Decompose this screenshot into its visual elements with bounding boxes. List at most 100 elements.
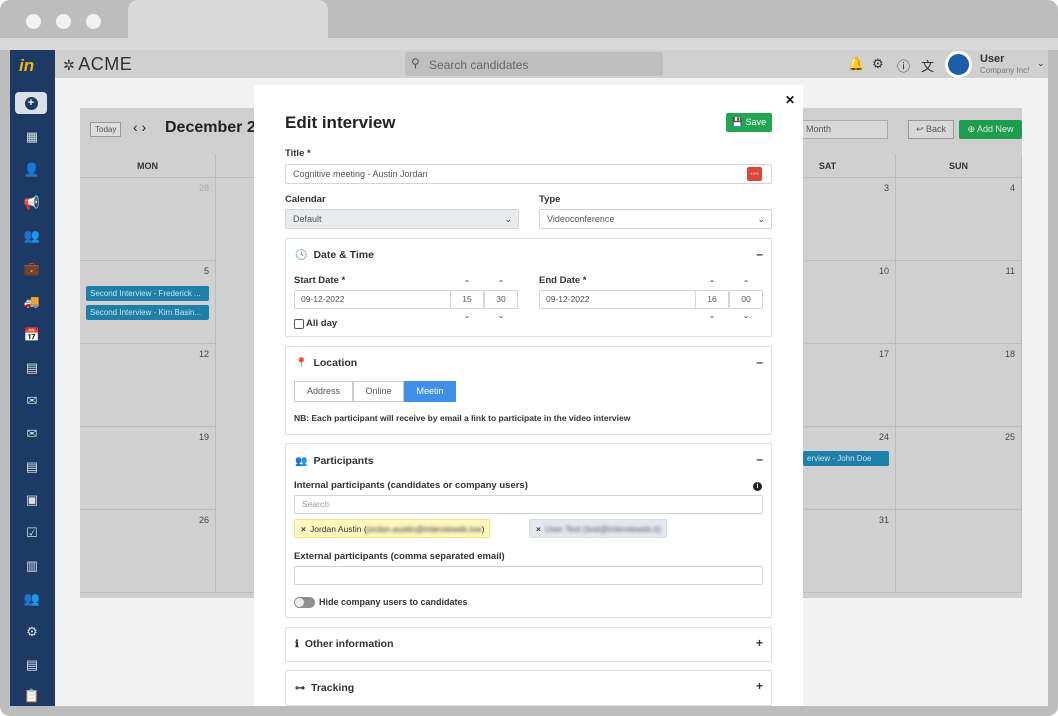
- users-icon[interactable]: 👥: [22, 226, 42, 246]
- browser-tab[interactable]: [128, 0, 328, 42]
- day-number: 18: [1004, 349, 1015, 359]
- location-option-address[interactable]: Address: [294, 381, 353, 402]
- file-icon[interactable]: ▤: [22, 655, 42, 675]
- end-hour-input[interactable]: 16: [695, 290, 729, 309]
- collapse-icon[interactable]: –: [756, 452, 763, 466]
- chevron-down-icon[interactable]: ⌄: [450, 311, 484, 320]
- start-minute-input[interactable]: 30: [484, 290, 518, 309]
- chevron-up-icon[interactable]: ⌃: [484, 279, 518, 288]
- search-user-icon[interactable]: 👤: [22, 160, 42, 180]
- chevron-down-icon[interactable]: ⌄: [484, 311, 518, 320]
- user-settings-icon[interactable]: ⚙: [22, 622, 42, 642]
- app-logo[interactable]: in: [19, 56, 34, 76]
- location-option-meetin[interactable]: Meetin: [404, 381, 456, 402]
- close-icon[interactable]: ✕: [785, 93, 795, 107]
- calendar-cell[interactable]: [896, 510, 1022, 593]
- calendar-cell[interactable]: 12: [80, 344, 216, 427]
- calendar-cell[interactable]: 28: [80, 178, 216, 261]
- mail-icon[interactable]: ✉: [22, 391, 42, 411]
- info-icon[interactable]: i: [753, 482, 762, 491]
- title-input[interactable]: Cognitive meeting - Austin Jordan ⋯: [285, 164, 772, 184]
- datetime-panel-title[interactable]: 🕓 Date & Time: [295, 249, 374, 261]
- calendar-cell[interactable]: 11: [896, 261, 1022, 344]
- day-number: 17: [878, 349, 889, 359]
- today-button[interactable]: Today: [90, 122, 122, 137]
- external-participants-input[interactable]: [294, 566, 763, 585]
- add-button[interactable]: +: [15, 92, 47, 114]
- calendar-cell[interactable]: 5: [80, 261, 216, 344]
- bar-chart-icon[interactable]: ▥: [22, 556, 42, 576]
- window-minimize-dot[interactable]: [56, 14, 71, 29]
- remove-icon[interactable]: ×: [536, 524, 541, 534]
- view-select[interactable]: Month: [800, 120, 888, 139]
- day-number: 4: [1009, 183, 1015, 193]
- document-icon[interactable]: ▤: [22, 457, 42, 477]
- chevron-down-icon[interactable]: ⌄: [1037, 58, 1045, 69]
- participant-tag[interactable]: × Jordan Austin (jordan.austin@interviewe…: [294, 519, 491, 538]
- expand-icon[interactable]: +: [756, 636, 763, 650]
- brand[interactable]: ✲ ACME: [63, 54, 132, 75]
- file-check-icon[interactable]: ☑: [22, 523, 42, 543]
- remove-icon[interactable]: ×: [301, 524, 306, 534]
- calendar-cell[interactable]: 19: [80, 427, 216, 510]
- clipboard-icon[interactable]: 📋: [22, 686, 42, 706]
- collapse-icon[interactable]: –: [756, 247, 763, 261]
- tracking-title[interactable]: ⊶ Tracking: [295, 682, 354, 694]
- more-options-icon[interactable]: ⋯: [747, 167, 762, 181]
- window-close-dot[interactable]: [26, 14, 41, 29]
- gear-icon[interactable]: ⚙: [872, 56, 884, 72]
- hide-users-toggle[interactable]: [294, 597, 315, 608]
- avatar[interactable]: [945, 51, 972, 78]
- back-button[interactable]: ↩ Back: [908, 120, 954, 139]
- day-number: 19: [198, 432, 209, 442]
- briefcase-icon[interactable]: 💼: [22, 259, 42, 279]
- calendar-event[interactable]: erview - John Doe: [803, 451, 889, 466]
- edit-interview-modal: ✕ Edit interview 💾 Save Title * Cognitiv…: [254, 85, 803, 706]
- chevron-up-icon[interactable]: ⌃: [450, 279, 484, 288]
- candidate-search[interactable]: ⚲ Search candidates: [405, 52, 663, 76]
- end-minute-input[interactable]: 00: [729, 290, 763, 309]
- megaphone-icon[interactable]: 📢: [22, 193, 42, 213]
- calendar-event[interactable]: Second Interview - Kim Basin...: [86, 305, 209, 320]
- start-date-input[interactable]: 09-12-2022: [294, 290, 451, 309]
- participant-search-input[interactable]: Search: [294, 495, 763, 514]
- end-date-label: End Date *: [539, 275, 587, 286]
- user-group-icon[interactable]: 👥: [22, 589, 42, 609]
- calendar-cell[interactable]: 4: [896, 178, 1022, 261]
- calendar-event[interactable]: Second Interview - Frederick ...: [86, 286, 209, 301]
- contact-card-icon[interactable]: ▤: [22, 358, 42, 378]
- calendar-cell[interactable]: 25: [896, 427, 1022, 510]
- chevron-up-icon[interactable]: ⌃: [729, 279, 763, 288]
- calendar-day-icon[interactable]: ▣: [22, 490, 42, 510]
- end-date-input[interactable]: 09-12-2022: [539, 290, 696, 309]
- type-select[interactable]: Videoconference ⌄: [539, 209, 772, 229]
- user-name[interactable]: User: [980, 53, 1004, 65]
- calendar-cell[interactable]: 18: [896, 344, 1022, 427]
- location-panel-title[interactable]: 📍 Location: [295, 357, 357, 369]
- location-option-online[interactable]: Online: [353, 381, 404, 402]
- expand-icon[interactable]: +: [756, 679, 763, 693]
- calendar-nav-arrows[interactable]: ‹ ›: [133, 119, 146, 135]
- dashboard-icon[interactable]: ▦: [22, 127, 42, 147]
- chevron-down-icon[interactable]: ⌄: [729, 311, 763, 320]
- translate-icon[interactable]: 文: [921, 56, 934, 75]
- save-button[interactable]: 💾 Save: [726, 113, 772, 132]
- calendar-cell[interactable]: 26: [80, 510, 216, 593]
- clock-icon: 🕓: [295, 250, 308, 261]
- start-hour-input[interactable]: 15: [450, 290, 484, 309]
- bell-icon[interactable]: 🔔: [848, 56, 864, 72]
- other-information-title[interactable]: ℹ Other information: [295, 638, 393, 650]
- calendar-select[interactable]: Default ⌄: [285, 209, 519, 229]
- participants-panel-title[interactable]: 👥 Participants: [295, 455, 374, 467]
- truck-icon[interactable]: 🚚: [22, 292, 42, 312]
- window-maximize-dot[interactable]: [86, 14, 101, 29]
- all-day-checkbox[interactable]: [294, 319, 304, 329]
- participant-tag[interactable]: × User Test (test@intervieweb.it): [529, 519, 667, 538]
- calendar-icon[interactable]: 📅: [22, 325, 42, 345]
- envelope-open-icon[interactable]: ✉: [22, 424, 42, 444]
- chevron-up-icon[interactable]: ⌃: [695, 279, 729, 288]
- chevron-down-icon[interactable]: ⌄: [695, 311, 729, 320]
- collapse-icon[interactable]: –: [756, 355, 763, 369]
- add-new-button[interactable]: ⊕ Add New: [959, 120, 1022, 139]
- info-icon[interactable]: ⓘ: [897, 56, 910, 75]
